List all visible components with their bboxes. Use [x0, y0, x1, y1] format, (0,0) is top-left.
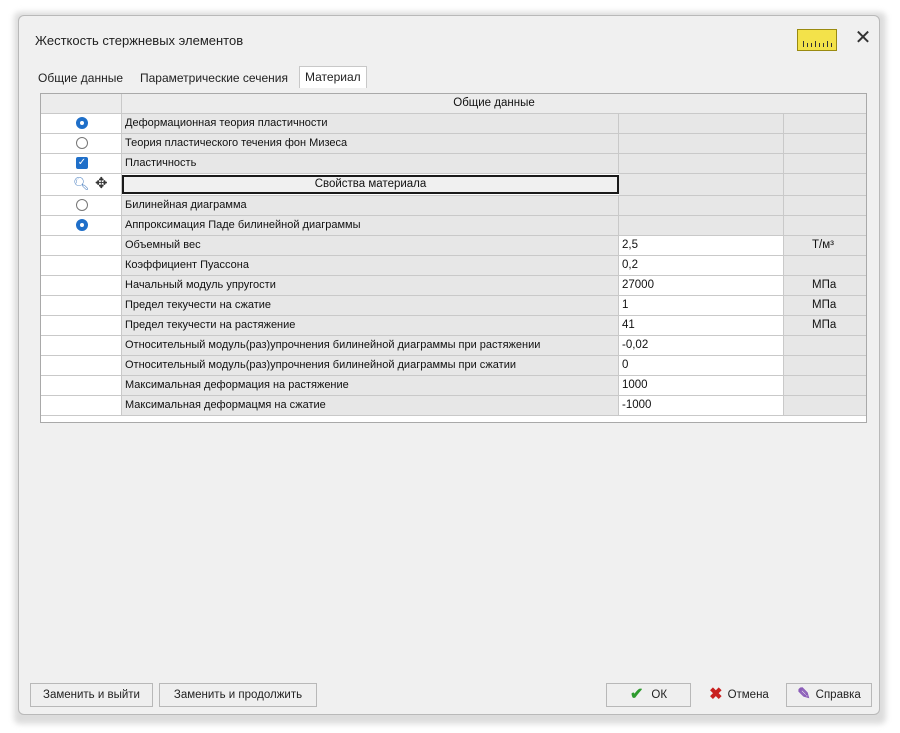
material-props-header: Свойства материала [122, 175, 619, 194]
move-icon[interactable]: ✥ [95, 175, 108, 192]
param-label: Относительный модуль(раз)упрочнения били… [122, 336, 619, 355]
radio-button[interactable] [76, 199, 88, 211]
param-row: Предел текучести на сжатие 1 МПа [41, 296, 866, 316]
param-label: Предел текучести на сжатие [122, 296, 619, 315]
param-row: Относительный модуль(раз)упрочнения били… [41, 336, 866, 356]
param-label: Предел текучести на растяжение [122, 316, 619, 335]
param-label: Коэффициент Пуассона [122, 256, 619, 275]
radio-button[interactable] [76, 117, 88, 129]
param-value-field[interactable]: 0,2 [619, 256, 784, 275]
material-props-row: 🔍︎ ✥ Свойства материала [41, 174, 866, 196]
param-row: Максимальная деформацмя на сжатие -1000 [41, 396, 866, 416]
param-row: Коэффициент Пуассона 0,2 [41, 256, 866, 276]
cancel-button[interactable]: ✖ Отмена [696, 683, 782, 707]
param-unit: МПа [784, 296, 866, 315]
replace-and-continue-button[interactable]: Заменить и продолжить [159, 683, 317, 707]
tab-parametric-sections[interactable]: Параметрические сечения [137, 69, 291, 87]
param-value-field[interactable]: 1 [619, 296, 784, 315]
param-value-field[interactable]: 41 [619, 316, 784, 335]
param-value-field[interactable]: 0 [619, 356, 784, 375]
param-value-field[interactable]: -1000 [619, 396, 784, 415]
param-row: Максимальная деформация на растяжение 10… [41, 376, 866, 396]
tab-material[interactable]: Материал [299, 66, 367, 88]
param-row: Объемный вес 2,5 Т/м³ [41, 236, 866, 256]
window-title: Жесткость стержневых элементов [35, 33, 244, 48]
cancel-label: Отмена [727, 689, 769, 702]
radio-button[interactable] [76, 137, 88, 149]
magnifier-icon[interactable]: 🔍︎ [73, 175, 90, 192]
theory-label: Деформационная теория пластичности [122, 114, 619, 133]
param-label: Относительный модуль(раз)упрочнения били… [122, 356, 619, 375]
plasticity-label: Пластичность [122, 154, 619, 173]
title-bar: Жесткость стержневых элементов ✕ [19, 16, 879, 62]
param-unit [784, 376, 866, 395]
param-unit: МПа [784, 276, 866, 295]
help-label: Справка [815, 689, 861, 702]
param-unit [784, 396, 866, 415]
param-unit [784, 356, 866, 375]
param-row: Предел текучести на растяжение 41 МПа [41, 316, 866, 336]
section-header: Общие данные [122, 94, 866, 113]
param-row: Начальный модуль упругости 27000 МПа [41, 276, 866, 296]
ok-label: ОК [651, 689, 668, 702]
param-label: Начальный модуль упругости [122, 276, 619, 295]
properties-grid: Общие данные Деформационная теория пласт… [40, 93, 867, 423]
param-unit: Т/м³ [784, 236, 866, 255]
help-button[interactable]: ✎ Справка [786, 683, 872, 707]
param-value-field[interactable]: 1000 [619, 376, 784, 395]
dialog-window: Жесткость стержневых элементов ✕ Общие д… [18, 15, 880, 715]
param-value-field[interactable]: 2,5 [619, 236, 784, 255]
diagram-row[interactable]: Аппроксимация Паде билинейной диаграммы [41, 216, 866, 236]
theory-row[interactable]: Деформационная теория пластичности [41, 114, 866, 134]
close-icon[interactable]: ✕ [851, 26, 875, 50]
theory-label: Теория пластического течения фон Мизеса [122, 134, 619, 153]
param-value-field[interactable]: -0,02 [619, 336, 784, 355]
param-value-field[interactable]: 27000 [619, 276, 784, 295]
cross-icon: ✖ [709, 686, 723, 703]
tab-general[interactable]: Общие данные [35, 69, 126, 87]
ok-button[interactable]: ✔ ОК [606, 683, 691, 707]
param-unit [784, 256, 866, 275]
param-unit: МПа [784, 316, 866, 335]
ruler-icon[interactable] [797, 29, 837, 51]
param-row: Относительный модуль(раз)упрочнения били… [41, 356, 866, 376]
check-icon: ✔ [629, 686, 644, 703]
param-label: Максимальная деформация на растяжение [122, 376, 619, 395]
param-label: Максимальная деформацмя на сжатие [122, 396, 619, 415]
section-header-row: Общие данные [41, 94, 866, 114]
param-label: Объемный вес [122, 236, 619, 255]
diagram-row[interactable]: Билинейная диаграмма [41, 196, 866, 216]
radio-button[interactable] [76, 219, 88, 231]
replace-and-exit-button[interactable]: Заменить и выйти [30, 683, 153, 707]
diagram-label: Аппроксимация Паде билинейной диаграммы [122, 216, 619, 235]
param-unit [784, 336, 866, 355]
plasticity-row[interactable]: ✓ Пластичность [41, 154, 866, 174]
diagram-label: Билинейная диаграмма [122, 196, 619, 215]
help-book-icon: ✎ [797, 686, 811, 703]
theory-row[interactable]: Теория пластического течения фон Мизеса [41, 134, 866, 154]
checkbox-checked-icon[interactable]: ✓ [76, 157, 88, 169]
